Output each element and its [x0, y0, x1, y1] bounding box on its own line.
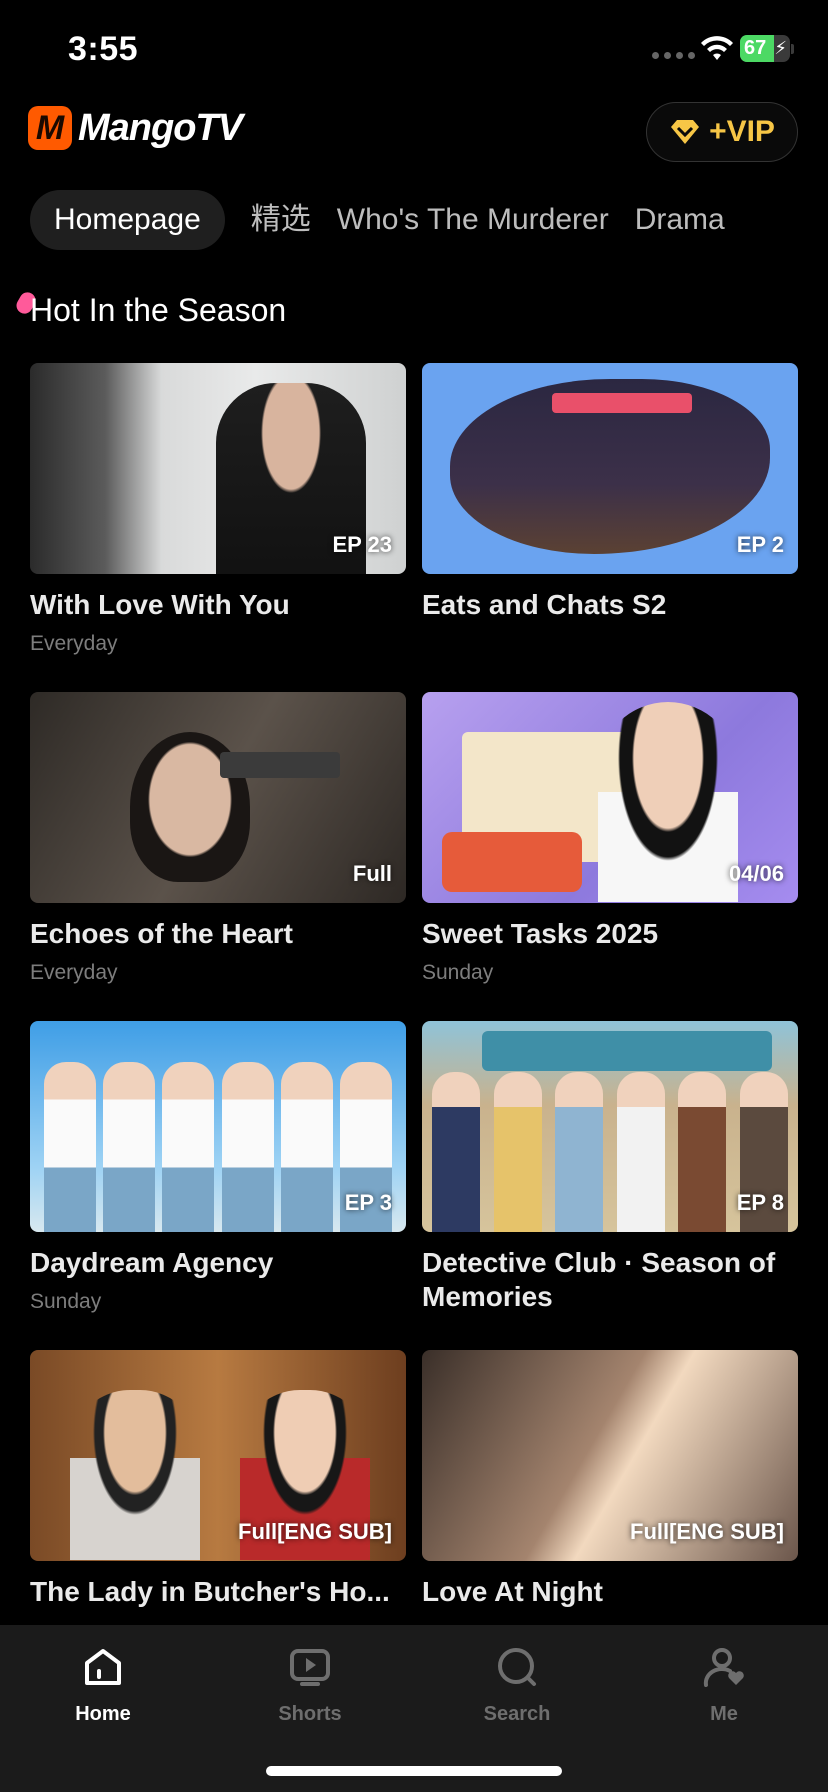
status-bar: 3:55 67 ⚡ — [0, 0, 828, 96]
signal-icon — [652, 52, 695, 59]
section-title: Hot In the Season — [30, 292, 287, 328]
card-thumbnail[interactable]: EP 23 — [30, 363, 406, 574]
logo-mark: M — [28, 106, 72, 150]
play-icon — [290, 1649, 330, 1686]
home-indicator — [266, 1766, 562, 1776]
episode-badge: EP 2 — [736, 532, 784, 557]
episode-badge: Full[ENG SUB] — [238, 1519, 392, 1544]
nav-label: Me — [710, 1703, 738, 1725]
content-grid: EP 23 With Love With You Everyday EP 2 E… — [30, 363, 798, 1679]
content-card[interactable]: EP 8 Detective Club · Season of Memories — [422, 1021, 798, 1350]
nav-label: Search — [483, 1703, 551, 1725]
episode-badge: EP 23 — [332, 532, 392, 557]
card-title: Love At Night — [422, 1576, 603, 1607]
nav-me[interactable]: Me — [664, 1645, 784, 1726]
episode-badge: EP 8 — [736, 1190, 784, 1215]
content-card[interactable]: Full Echoes of the Heart Everyday — [30, 692, 406, 1021]
search-icon — [498, 1648, 536, 1686]
card-title: Echoes of the Heart — [30, 918, 293, 949]
tab-featured[interactable]: 精选 — [251, 190, 311, 250]
nav-label: Home — [75, 1703, 131, 1725]
nav-shorts[interactable]: Shorts — [250, 1645, 370, 1726]
tab-whos-the-murderer[interactable]: Who's The Murderer — [337, 190, 609, 250]
battery-icon: 67 ⚡ — [740, 35, 790, 62]
vip-label: +VIP — [709, 115, 775, 148]
charging-bolt-icon: ⚡ — [774, 38, 787, 58]
tab-homepage[interactable]: Homepage — [30, 190, 225, 250]
content-card[interactable]: EP 3 Daydream Agency Sunday — [30, 1021, 406, 1350]
diamond-icon — [671, 120, 700, 144]
episode-badge: Full[ENG SUB] — [630, 1519, 784, 1544]
content-card[interactable]: EP 23 With Love With You Everyday — [30, 363, 406, 692]
card-title: Daydream Agency — [30, 1247, 274, 1278]
vip-button[interactable]: +VIP — [646, 102, 798, 162]
profile-icon — [703, 1648, 744, 1687]
card-schedule: Sunday — [422, 961, 494, 984]
status-time: 3:55 — [68, 30, 139, 68]
card-thumbnail[interactable]: Full — [30, 692, 406, 903]
card-schedule: Everyday — [30, 961, 118, 984]
content-card[interactable]: EP 2 Eats and Chats S2 — [422, 363, 798, 692]
logo-text: MangoTV — [78, 106, 243, 149]
home-icon — [85, 1649, 121, 1685]
card-schedule: Everyday — [30, 632, 118, 655]
card-title: With Love With You — [30, 589, 290, 620]
battery-percent: 67 — [744, 37, 767, 59]
category-tabs: Homepage 精选 Who's The Murderer Drama — [30, 190, 725, 250]
nav-home[interactable]: Home — [43, 1645, 163, 1726]
wifi-icon — [701, 36, 733, 60]
card-title: Eats and Chats S2 — [422, 589, 667, 620]
episode-badge: 04/06 — [728, 861, 784, 886]
app-screen: 3:55 67 ⚡ M MangoTV +VIP Homepage 精选 Who… — [0, 0, 828, 1792]
card-thumbnail[interactable]: Full[ENG SUB] — [422, 1350, 798, 1561]
episode-badge: Full — [352, 861, 392, 886]
card-title: The Lady in Butcher's Ho... — [30, 1576, 390, 1607]
episode-badge: EP 3 — [344, 1190, 392, 1215]
nav-label: Shorts — [278, 1703, 342, 1725]
card-thumbnail[interactable]: EP 2 — [422, 363, 798, 574]
card-thumbnail[interactable]: EP 8 — [422, 1021, 798, 1232]
mangotv-logo: M MangoTV — [28, 106, 243, 150]
card-thumbnail[interactable]: Full[ENG SUB] — [30, 1350, 406, 1561]
nav-search[interactable]: Search — [457, 1645, 577, 1726]
card-thumbnail[interactable]: 04/06 — [422, 692, 798, 903]
card-schedule: Sunday — [30, 1290, 102, 1313]
card-title: Detective Club · Season of Memories — [422, 1247, 776, 1312]
tab-drama[interactable]: Drama — [635, 190, 725, 250]
content-card[interactable]: 04/06 Sweet Tasks 2025 Sunday — [422, 692, 798, 1021]
card-title: Sweet Tasks 2025 — [422, 918, 659, 949]
card-thumbnail[interactable]: EP 3 — [30, 1021, 406, 1232]
